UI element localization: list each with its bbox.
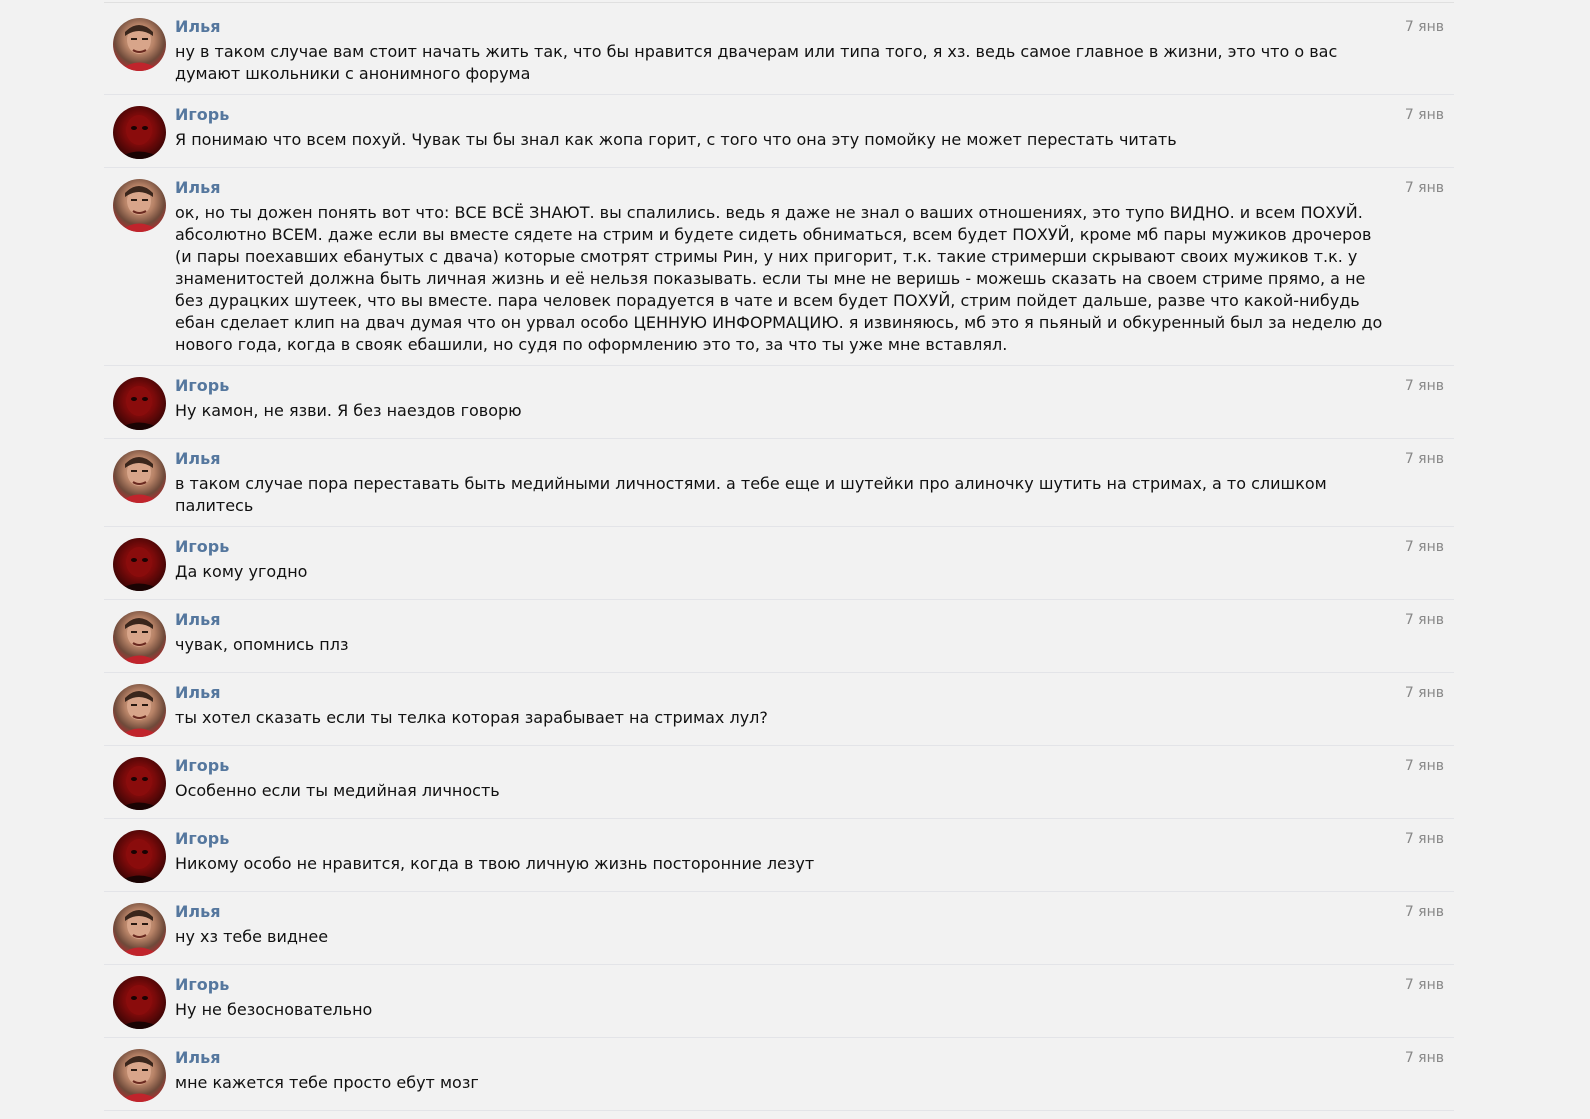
message-date: 7 янв [1404, 180, 1444, 196]
message-date: 7 янв [1404, 451, 1444, 467]
message-item[interactable]: Игорь 7 янв Да кому угодно [104, 527, 1454, 600]
message-author[interactable]: Илья [175, 449, 1454, 469]
message-date: 7 янв [1404, 612, 1444, 628]
message-text: Я понимаю что всем похуй. Чувак ты бы зн… [175, 130, 1177, 149]
message-text: Ну камон, не язви. Я без наездов говорю [175, 401, 522, 420]
avatar[interactable] [113, 18, 166, 71]
message-date: 7 янв [1404, 758, 1444, 774]
message-date: 7 янв [1404, 904, 1444, 920]
message-text: ну хз тебе виднее [175, 927, 329, 946]
avatar[interactable] [113, 757, 166, 810]
message-author[interactable]: Илья [175, 1048, 1454, 1068]
message-author[interactable]: Игорь [175, 829, 1454, 849]
avatar[interactable] [113, 684, 166, 737]
message-item[interactable]: Игорь 7 янв Особенно если ты медийная ли… [104, 746, 1454, 819]
message-author[interactable]: Игорь [175, 105, 1454, 125]
avatar[interactable] [113, 179, 166, 232]
message-text: ну в таком случае вам стоит начать жить … [175, 42, 1343, 83]
message-item[interactable]: Игорь 7 янв Ну не безосновательно [104, 965, 1454, 1038]
message-item[interactable]: Игорь 7 янв Я понимаю что всем похуй. Чу… [104, 95, 1454, 168]
message-author[interactable]: Илья [175, 902, 1454, 922]
message-text: Особенно если ты медийная личность [175, 781, 500, 800]
message-author[interactable]: Игорь [175, 376, 1454, 396]
message-date: 7 янв [1404, 685, 1444, 701]
message-author[interactable]: Илья [175, 17, 1454, 37]
message-text: в таком случае пора переставать быть мед… [175, 474, 1332, 515]
avatar[interactable] [113, 611, 166, 664]
message-text: мне кажется тебе просто ебут мозг [175, 1073, 479, 1092]
message-date: 7 янв [1404, 977, 1444, 993]
avatar[interactable] [113, 976, 166, 1029]
avatar[interactable] [113, 538, 166, 591]
message-date: 7 янв [1404, 107, 1444, 123]
message-item[interactable]: Илья 7 янв ок, но ты дожен понять вот чт… [104, 168, 1454, 366]
message-item[interactable]: Илья 7 янв ну хз тебе виднее [104, 892, 1454, 965]
message-item[interactable]: Илья 7 янв чувак, опомнись плз [104, 600, 1454, 673]
avatar[interactable] [113, 903, 166, 956]
avatar[interactable] [113, 377, 166, 430]
message-date: 7 янв [1404, 831, 1444, 847]
message-author[interactable]: Игорь [175, 975, 1454, 995]
avatar[interactable] [113, 830, 166, 883]
message-item[interactable]: Илья 7 янв ну в таком случае вам стоит н… [104, 7, 1454, 95]
message-text: Да кому угодно [175, 562, 308, 581]
message-history: Илья 7 янв ну в таком случае вам стоит н… [104, 7, 1454, 1111]
message-author[interactable]: Илья [175, 610, 1454, 630]
message-date: 7 янв [1404, 19, 1444, 35]
message-item[interactable]: Илья 7 янв мне кажется тебе просто ебут … [104, 1038, 1454, 1111]
message-item[interactable]: Илья 7 янв в таком случае пора перестава… [104, 439, 1454, 527]
message-author[interactable]: Илья [175, 683, 1454, 703]
message-text: Никому особо не нравится, когда в твою л… [175, 854, 815, 873]
message-date: 7 янв [1404, 378, 1444, 394]
message-author[interactable]: Илья [175, 178, 1454, 198]
avatar[interactable] [113, 450, 166, 503]
message-item[interactable]: Илья 7 янв ты хотел сказать если ты телк… [104, 673, 1454, 746]
message-date: 7 янв [1404, 539, 1444, 555]
avatar[interactable] [113, 1049, 166, 1102]
message-text: чувак, опомнись плз [175, 635, 349, 654]
message-text: ок, но ты дожен понять вот что: ВСЕ ВСЁ … [175, 203, 1388, 354]
message-text: Ну не безосновательно [175, 1000, 373, 1019]
message-date: 7 янв [1404, 1050, 1444, 1066]
message-text: ты хотел сказать если ты телка которая з… [175, 708, 768, 727]
top-divider [104, 2, 1454, 3]
message-author[interactable]: Игорь [175, 756, 1454, 776]
message-author[interactable]: Игорь [175, 537, 1454, 557]
avatar[interactable] [113, 106, 166, 159]
message-item[interactable]: Игорь 7 янв Никому особо не нравится, ко… [104, 819, 1454, 892]
message-item[interactable]: Игорь 7 янв Ну камон, не язви. Я без нае… [104, 366, 1454, 439]
